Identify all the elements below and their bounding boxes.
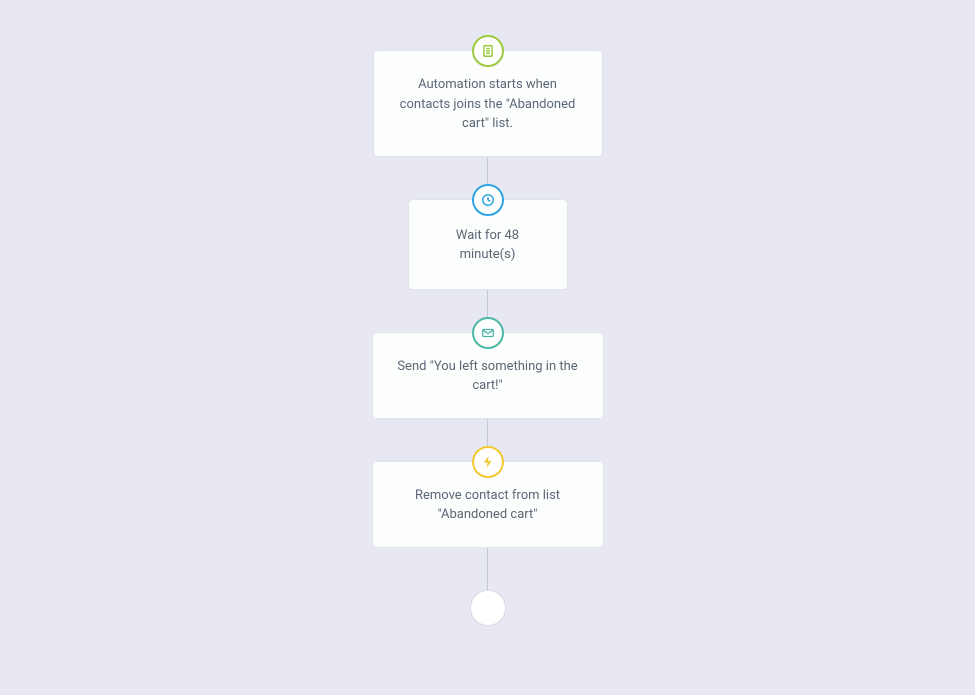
action-node[interactable]: Remove contact from list "Abandoned cart… (372, 461, 604, 548)
wait-node[interactable]: Wait for 48 minute(s) (408, 199, 568, 290)
node-text: Wait for 48 minute(s) (456, 228, 519, 263)
workflow-node-wait: Wait for 48 minute(s) (408, 199, 568, 290)
node-text: Automation starts when contacts joins th… (400, 77, 576, 131)
connector-line (487, 548, 488, 590)
workflow-node-email: Send "You left something in the cart!" (372, 332, 604, 419)
workflow-canvas: Automation starts when contacts joins th… (372, 0, 604, 626)
envelope-icon (472, 317, 504, 349)
email-node[interactable]: Send "You left something in the cart!" (372, 332, 604, 419)
node-text: Remove contact from list "Abandoned cart… (415, 488, 560, 523)
workflow-node-action: Remove contact from list "Abandoned cart… (372, 461, 604, 548)
bolt-icon (472, 446, 504, 478)
trigger-node[interactable]: Automation starts when contacts joins th… (373, 50, 603, 157)
clock-icon (472, 184, 504, 216)
list-icon (472, 35, 504, 67)
add-step-button[interactable] (470, 590, 506, 626)
node-text: Send "You left something in the cart!" (397, 359, 577, 394)
workflow-node-trigger: Automation starts when contacts joins th… (373, 50, 603, 157)
